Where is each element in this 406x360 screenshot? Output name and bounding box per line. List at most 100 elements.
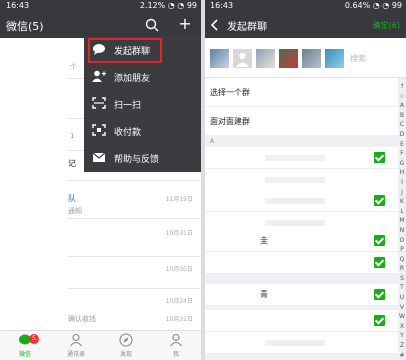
checkbox-checked[interactable] — [374, 235, 385, 246]
app-header: 微信(5) + — [0, 12, 201, 38]
contact-name-placeholder — [265, 177, 325, 183]
avatar[interactable] — [302, 49, 321, 68]
status-bar: 16:43 2.12% ◔ ◔ 99 — [0, 0, 201, 12]
menu-item-help-feedback[interactable]: 帮助与反馈 — [84, 144, 201, 171]
alphabet-index[interactable]: ↑ ☆ A B C D E F G H I J K L M N O P Q R S T U V W X Y Z # — [398, 82, 406, 359]
unread-badge: 5 — [29, 334, 39, 344]
index-letter[interactable]: U — [398, 293, 406, 303]
left-screen: 16:43 2.12% ◔ ◔ 99 微信(5) + 个 1 记 队 11月19… — [0, 0, 201, 360]
index-letter[interactable]: G — [398, 159, 406, 169]
confirm-button[interactable]: 确定(6) — [373, 20, 400, 31]
status-indicators: 0.64% ◔ ◔ 99 — [344, 1, 402, 10]
index-letter[interactable]: Z — [398, 341, 406, 351]
checkbox-checked[interactable] — [374, 257, 385, 268]
status-time: 16:43 — [210, 1, 234, 10]
index-letter[interactable]: Y — [398, 331, 406, 341]
menu-item-label: 收付款 — [114, 128, 142, 138]
menu-item-label: 帮助与反馈 — [114, 155, 160, 165]
index-letter[interactable]: C — [398, 120, 406, 130]
app-header: 发起群聊 确定(6) — [205, 12, 406, 38]
checkbox-checked[interactable] — [374, 315, 385, 326]
index-letter[interactable]: K — [398, 197, 406, 207]
right-screen: 16:43 0.64% ◔ ◔ 99 发起群聊 确定(6) 搜索 选择一个群 面… — [205, 0, 406, 360]
add-friend-icon — [92, 70, 106, 82]
index-letter[interactable]: E — [398, 140, 406, 150]
avatar[interactable] — [210, 49, 229, 68]
list-item[interactable]: 1 — [70, 132, 74, 140]
index-letter[interactable]: ↑ — [398, 82, 406, 92]
index-letter[interactable]: I — [398, 178, 406, 188]
contact-row[interactable]: 圭 — [205, 230, 398, 252]
plus-icon[interactable]: + — [177, 16, 193, 32]
index-letter[interactable]: A — [398, 101, 406, 111]
search-icon[interactable] — [145, 18, 159, 32]
compass-icon — [119, 333, 133, 347]
index-letter[interactable]: X — [398, 322, 406, 332]
status-bar: 16:43 0.64% ◔ ◔ 99 — [205, 0, 406, 12]
index-letter[interactable]: B — [398, 111, 406, 121]
index-letter[interactable]: ☆ — [398, 92, 406, 102]
timestamp: 10月24日 — [165, 298, 193, 305]
avatar[interactable] — [233, 49, 252, 68]
index-letter[interactable]: L — [398, 207, 406, 217]
index-letter[interactable]: M — [398, 216, 406, 226]
default-avatar-icon — [236, 52, 249, 67]
status-indicators: 2.12% ◔ ◔ 99 — [139, 1, 197, 10]
contact-row[interactable] — [205, 310, 398, 332]
timestamp: 10月31日 — [165, 316, 193, 323]
menu-item-scan[interactable]: 扫一扫 — [84, 90, 201, 117]
index-letter[interactable]: T — [398, 283, 406, 293]
list-item[interactable]: 队 — [68, 193, 76, 204]
contact-name-placeholder — [265, 198, 325, 204]
menu-item-payment[interactable]: 收付款 — [84, 117, 201, 144]
list-item[interactable]: 记 — [68, 158, 76, 169]
option-select-group[interactable]: 选择一个群 — [205, 78, 398, 106]
checkbox-checked[interactable] — [374, 152, 385, 163]
index-letter[interactable]: D — [398, 130, 406, 140]
scan-icon — [92, 97, 106, 109]
search-input[interactable]: 搜索 — [350, 53, 366, 64]
checkbox-checked[interactable] — [374, 195, 385, 206]
avatar[interactable] — [279, 49, 298, 68]
index-letter[interactable]: H — [398, 168, 406, 178]
tab-label: 发现 — [119, 351, 132, 358]
index-letter[interactable]: P — [398, 245, 406, 255]
index-letter[interactable]: V — [398, 303, 406, 313]
index-letter[interactable]: N — [398, 226, 406, 236]
tab-me[interactable]: 我 — [156, 333, 196, 358]
contact-row[interactable] — [205, 252, 398, 274]
contact-row[interactable]: 青 — [205, 284, 398, 306]
avatar[interactable] — [325, 49, 344, 68]
index-letter[interactable]: # — [398, 351, 406, 360]
index-letter[interactable]: Q — [398, 255, 406, 265]
contact-row[interactable] — [205, 190, 398, 212]
tab-label: 微信 — [18, 351, 31, 358]
menu-item-add-friend[interactable]: 添加朋友 — [84, 63, 201, 90]
option-face-to-face-group[interactable]: 面对面建群 — [205, 107, 398, 135]
back-arrow-icon[interactable] — [209, 18, 221, 32]
avatar[interactable] — [256, 49, 275, 68]
timestamp: 11月19日 — [165, 196, 193, 203]
contact-row[interactable] — [205, 147, 398, 169]
tab-contacts[interactable]: 通讯录 — [56, 333, 96, 358]
tab-discover[interactable]: 发现 — [106, 333, 146, 358]
contact-name-placeholder — [265, 340, 325, 346]
mail-icon — [92, 152, 106, 162]
list-item[interactable]: 个 — [70, 62, 77, 72]
contact-row[interactable] — [205, 169, 398, 191]
index-letter[interactable]: J — [398, 188, 406, 198]
index-letter[interactable]: O — [398, 236, 406, 246]
index-letter[interactable]: W — [398, 312, 406, 322]
page-title: 微信(5) — [6, 20, 44, 33]
contacts-icon — [70, 333, 82, 347]
tab-label: 我 — [172, 351, 179, 358]
index-letter[interactable]: R — [398, 264, 406, 274]
checkbox-checked[interactable] — [374, 289, 385, 300]
tab-chats[interactable]: 微信 5 — [5, 333, 45, 358]
page-title: 发起群聊 — [227, 22, 267, 33]
list-item-preview: 确认收钱 — [68, 315, 96, 323]
contact-row[interactable] — [205, 332, 398, 354]
index-letter[interactable]: F — [398, 149, 406, 159]
menu-item-label: 扫一扫 — [114, 101, 142, 111]
index-letter[interactable]: S — [398, 274, 406, 284]
